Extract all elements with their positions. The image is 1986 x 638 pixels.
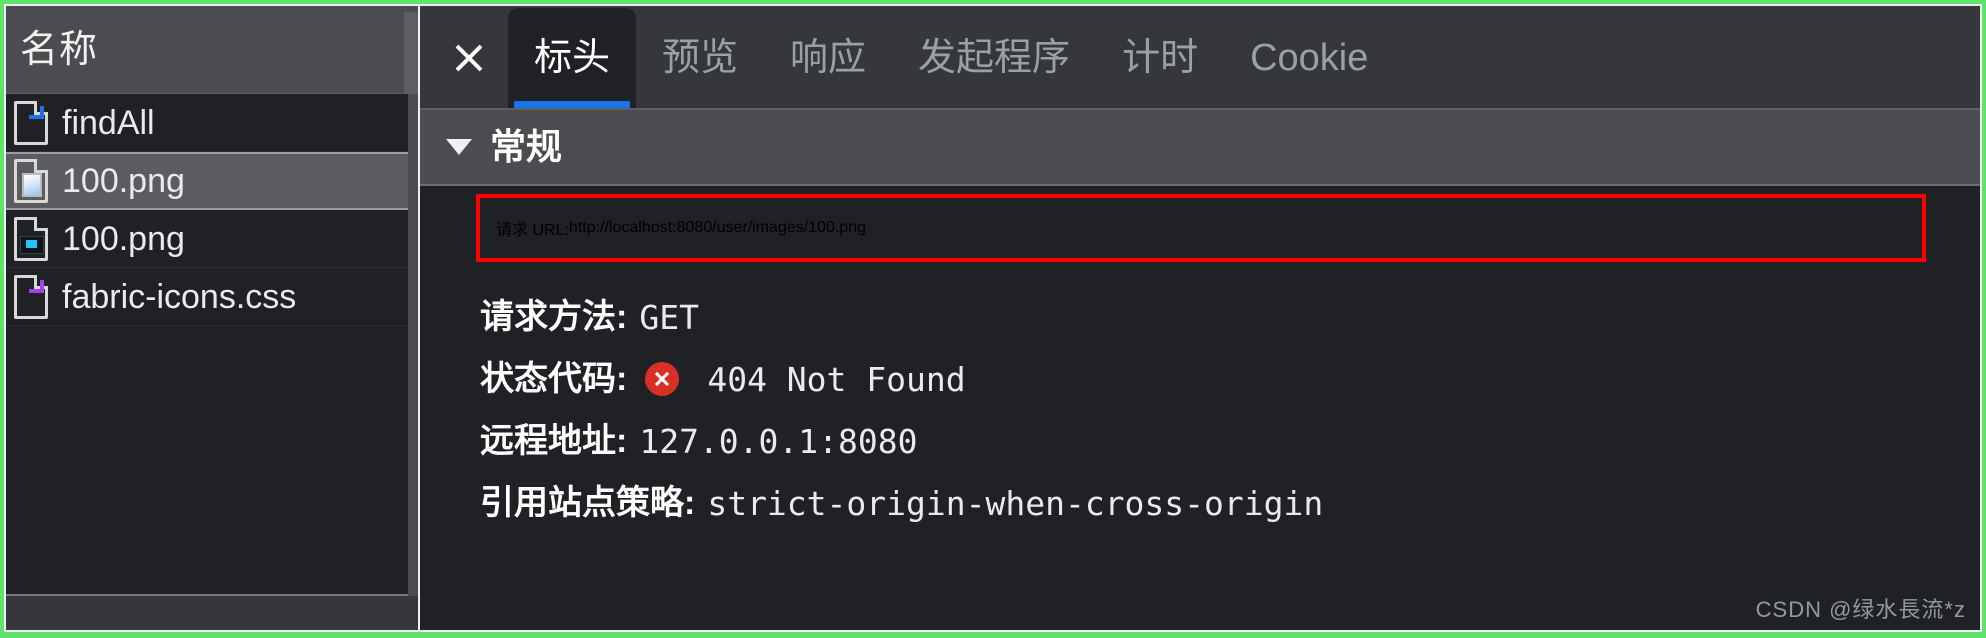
document-file-icon <box>14 100 48 145</box>
request-list-rows: findAll 100.png 100.png fabric-icons.css <box>6 94 418 594</box>
image-file-icon <box>14 159 48 203</box>
request-name: findAll <box>62 103 155 142</box>
table-row[interactable]: fabric-icons.css <box>6 268 418 326</box>
request-name: 100.png <box>62 162 185 200</box>
tab-headers[interactable]: 标头 <box>508 8 637 108</box>
request-method-value: GET <box>639 297 699 337</box>
request-list-footer <box>6 594 418 630</box>
watermark: CSDN @绿水長流*z <box>1755 597 1966 622</box>
remote-address-value: 127.0.0.1:8080 <box>639 421 918 461</box>
status-code-value: 404 Not Found <box>707 359 966 399</box>
details-tabbar: 标头 预览 响应 发起程序 计时 Cookie <box>420 6 1980 110</box>
request-details-panel: 标头 预览 响应 发起程序 计时 Cookie 常规 请求 URL: http:… <box>420 6 1980 630</box>
detail-key: 请求方法: <box>480 298 628 336</box>
detail-row-remote-address: 远程地址: 127.0.0.1:8080 <box>420 410 1980 472</box>
stylesheet-file-icon <box>14 274 48 319</box>
detail-rows: 请求方法: GET 状态代码: 404 Not Found 远程地址: 127.… <box>420 286 1980 534</box>
error-circle-icon <box>645 362 680 396</box>
detail-key: 远程地址: <box>480 422 628 460</box>
image-file-icon <box>14 216 48 261</box>
tab-label: 响应 <box>790 37 867 79</box>
referrer-policy-value: strict-origin-when-cross-origin <box>707 483 1324 523</box>
detail-row-request-method: 请求方法: GET <box>420 286 1980 348</box>
detail-key: 请求 URL: <box>496 222 569 239</box>
tab-label: 预览 <box>662 37 739 79</box>
css-type-mark <box>29 279 44 293</box>
tab-label: 发起程序 <box>918 37 1071 79</box>
tab-label: Cookie <box>1250 37 1369 79</box>
request-name: 100.png <box>62 219 185 258</box>
header-scroll-nub <box>404 12 418 93</box>
request-list-header: 名称 <box>6 6 418 94</box>
tab-label: 计时 <box>1122 37 1199 79</box>
detail-key: 引用站点策略: <box>480 484 696 522</box>
devtools-network-panel: 名称 findAll 100.png 100.png fabric-icons.… <box>4 4 1982 632</box>
general-details-body: 请求 URL: http://localhost:8080/user/image… <box>420 186 1980 630</box>
image-thumb-mark <box>22 173 42 197</box>
tab-initiator[interactable]: 发起程序 <box>892 8 1096 108</box>
tab-cookies[interactable]: Cookie <box>1224 8 1394 108</box>
section-title: 常规 <box>490 126 563 167</box>
chevron-down-icon <box>446 139 472 155</box>
tab-preview[interactable]: 预览 <box>636 8 764 108</box>
close-button[interactable] <box>430 8 508 108</box>
request-list-panel: 名称 findAll 100.png 100.png fabric-icons.… <box>6 6 420 630</box>
detail-key: 状态代码: <box>480 360 628 398</box>
request-name: fabric-icons.css <box>62 277 297 316</box>
page-fold <box>34 216 48 231</box>
tab-response[interactable]: 响应 <box>764 8 892 108</box>
table-row[interactable]: 100.png <box>6 210 418 268</box>
table-row[interactable]: 100.png <box>6 152 418 210</box>
request-url-value[interactable]: http://localhost:8080/user/images/100.pn… <box>569 219 866 237</box>
doc-type-mark <box>29 105 44 119</box>
page-fold <box>34 159 48 173</box>
detail-row-status-code: 状态代码: 404 Not Found <box>420 348 1980 410</box>
close-icon <box>455 44 483 72</box>
table-row[interactable]: findAll <box>6 94 418 152</box>
section-header-general[interactable]: 常规 <box>420 110 1980 186</box>
column-header-name[interactable]: 名称 <box>20 31 98 69</box>
screenshot-root: 名称 findAll 100.png 100.png fabric-icons.… <box>0 0 1986 638</box>
detail-row-referrer-policy: 引用站点策略: strict-origin-when-cross-origin <box>420 472 1980 534</box>
screenshot-thumb-mark <box>20 235 44 254</box>
tab-label: 标头 <box>534 37 611 79</box>
request-list-scrollbar[interactable] <box>408 94 418 596</box>
detail-row-request-url: 请求 URL: http://localhost:8080/user/image… <box>476 194 1926 262</box>
tab-timing[interactable]: 计时 <box>1096 8 1224 108</box>
